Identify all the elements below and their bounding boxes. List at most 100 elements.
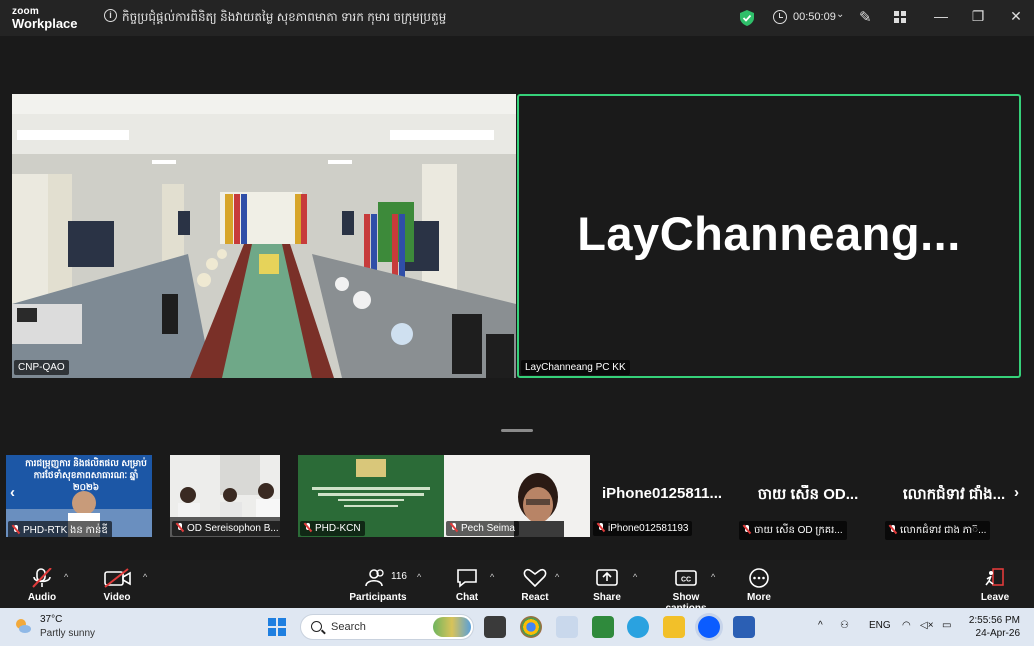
word-icon[interactable] bbox=[733, 616, 755, 638]
tile-label: Pech Seima bbox=[446, 521, 519, 536]
app-icon[interactable] bbox=[556, 616, 578, 638]
participant-tile[interactable]: ការជម្រុញការ និងផលិតផល សម្រាប់ការថែទាំសុ… bbox=[6, 455, 152, 537]
clock-time: 2:55:56 PM bbox=[968, 615, 1020, 626]
restore-button[interactable]: ❐ bbox=[968, 8, 988, 25]
app-icon[interactable] bbox=[592, 616, 614, 638]
leave-icon bbox=[985, 568, 1004, 586]
windows-start-icon[interactable] bbox=[268, 618, 286, 636]
file-explorer-icon[interactable] bbox=[663, 616, 685, 638]
react-button[interactable]: React bbox=[515, 560, 555, 608]
close-button[interactable]: ✕ bbox=[1006, 8, 1026, 25]
tile-label: iPhone012581193 bbox=[593, 521, 693, 536]
participant-tile[interactable]: ចាយ សើន OD... ចាយ សើន OD ក្រគរ... bbox=[737, 455, 883, 540]
video-button[interactable]: Video bbox=[95, 560, 139, 608]
share-screen-icon bbox=[596, 569, 618, 586]
participants-button[interactable]: Participants bbox=[346, 560, 410, 608]
more-button[interactable]: More bbox=[739, 560, 779, 608]
participant-name: iPhone012581193 bbox=[608, 523, 689, 534]
mic-off-icon bbox=[32, 568, 52, 588]
wifi-icon[interactable]: ◠ bbox=[902, 620, 911, 631]
weather-temperature[interactable]: 37°C bbox=[40, 614, 62, 625]
video-tile-cnp-qao[interactable]: CNP-QAO bbox=[12, 94, 516, 378]
participant-tile[interactable]: Pech Seima bbox=[444, 455, 590, 537]
mic-muted-icon bbox=[743, 525, 751, 534]
chat-label: Chat bbox=[455, 592, 479, 603]
participants-count: 116 bbox=[391, 571, 407, 582]
partly-sunny-icon[interactable] bbox=[14, 617, 32, 635]
participant-name: លោកជំទាវ ជាង ភា៊... bbox=[900, 525, 987, 536]
participant-tile[interactable]: iPhone0125811... iPhone012581193 bbox=[591, 455, 737, 537]
react-options-caret[interactable]: ^ bbox=[555, 572, 559, 582]
telegram-icon[interactable] bbox=[627, 616, 649, 638]
language-indicator[interactable]: ENG bbox=[869, 620, 891, 631]
more-label: More bbox=[747, 592, 771, 603]
chevron-left-icon[interactable]: ‹ bbox=[10, 484, 15, 501]
weather-condition[interactable]: Partly sunny bbox=[40, 628, 95, 639]
meeting-title: កិច្ចប្រជុំផ្ដល់ការពិនិត្យ និងវាយតម្លៃ ស… bbox=[122, 10, 447, 24]
chat-options-caret[interactable]: ^ bbox=[490, 572, 494, 582]
search-highlight-image bbox=[433, 617, 471, 637]
task-view-icon[interactable] bbox=[484, 616, 506, 638]
zoom-app-icon[interactable] bbox=[698, 616, 720, 638]
tile-label: PHD-KCN bbox=[300, 521, 365, 536]
meeting-timer[interactable]: 00:50:09 bbox=[793, 11, 836, 23]
leave-button[interactable]: Leave bbox=[974, 560, 1016, 608]
participants-options-caret[interactable]: ^ bbox=[417, 572, 421, 582]
active-speaker-tile[interactable]: LayChanneang... LayChanneang PC KK bbox=[517, 94, 1021, 378]
zoom-logo: zoom Workplace bbox=[12, 6, 78, 30]
search-placeholder: Search bbox=[331, 621, 366, 633]
search-icon bbox=[311, 621, 322, 632]
participant-name: PHD-KCN bbox=[315, 523, 361, 534]
captions-options-caret[interactable]: ^ bbox=[711, 572, 715, 582]
mic-muted-icon bbox=[450, 523, 458, 532]
participant-name: PHD-RTK ងន កាន់ឌី bbox=[23, 525, 108, 536]
tile-label: ចាយ សើន OD ក្រគរ... bbox=[739, 521, 847, 540]
participant-display-name: លោកជំទាវ ជាំង... bbox=[902, 486, 1006, 503]
chevron-right-icon[interactable]: › bbox=[1014, 484, 1019, 501]
audio-button[interactable]: Audio bbox=[20, 560, 64, 608]
captions-button[interactable]: CC Show captions bbox=[651, 560, 721, 614]
tile-label: PHD-RTK ងន កាន់ឌី bbox=[8, 521, 112, 537]
minimize-button[interactable]: — bbox=[931, 8, 951, 24]
participant-name: ចាយ សើន OD ក្រគរ... bbox=[754, 525, 843, 536]
participant-name: OD Sereisophon B... bbox=[187, 523, 279, 534]
tile-label-cnp-qao: CNP-QAO bbox=[14, 360, 69, 375]
audio-options-caret[interactable]: ^ bbox=[64, 572, 68, 582]
system-clock[interactable]: 2:55:56 PM 24-Apr-26 bbox=[968, 614, 1020, 640]
leave-label: Leave bbox=[980, 592, 1010, 603]
tile-label: OD Sereisophon B... bbox=[172, 521, 280, 536]
pen-icon[interactable]: ✎ bbox=[859, 8, 872, 26]
tile-label: លោកជំទាវ ជាង ភា៊... bbox=[885, 521, 991, 540]
camera-off-icon bbox=[104, 568, 131, 588]
resize-handle[interactable] bbox=[501, 429, 533, 432]
speaker-display-name: LayChanneang... bbox=[577, 207, 961, 260]
chat-button[interactable]: Chat bbox=[447, 560, 487, 608]
chrome-icon[interactable] bbox=[520, 616, 542, 638]
view-grid-icon[interactable] bbox=[894, 11, 906, 23]
share-button[interactable]: Share bbox=[587, 560, 627, 608]
participant-tile[interactable]: PHD-KCN bbox=[298, 455, 444, 537]
mic-muted-icon bbox=[176, 523, 184, 532]
battery-icon[interactable]: ▭ bbox=[942, 620, 951, 631]
clock-date: 24-Apr-26 bbox=[975, 628, 1020, 639]
video-options-caret[interactable]: ^ bbox=[143, 572, 147, 582]
timer-icon[interactable] bbox=[773, 10, 787, 24]
participant-name: Pech Seima bbox=[461, 523, 515, 534]
chevron-down-icon[interactable]: ⌄ bbox=[836, 9, 844, 20]
react-label: React bbox=[521, 592, 549, 603]
mic-muted-icon bbox=[12, 525, 20, 534]
meeting-toolbar: Audio ^ Video ^ Participants 116 ^ Chat … bbox=[0, 560, 1034, 614]
taskbar-search[interactable]: Search bbox=[300, 614, 474, 640]
network-status-icon[interactable]: ⚇ bbox=[840, 620, 849, 631]
share-options-caret[interactable]: ^ bbox=[633, 572, 637, 582]
participant-tile[interactable]: OD Sereisophon B... bbox=[170, 455, 280, 537]
info-icon[interactable]: i bbox=[104, 9, 117, 22]
chat-icon bbox=[457, 569, 477, 588]
shield-icon[interactable] bbox=[740, 10, 754, 26]
volume-muted-icon[interactable]: ◁× bbox=[920, 620, 934, 631]
participant-tile[interactable]: លោកជំទាវ ជាំង... លោកជំទាវ ជាង ភា៊... bbox=[883, 455, 1029, 540]
chevron-up-icon[interactable]: ^ bbox=[818, 620, 823, 631]
mic-muted-icon bbox=[304, 523, 312, 532]
logo-line2: Workplace bbox=[12, 16, 78, 31]
title-bar: zoom Workplace i កិច្ចប្រជុំផ្ដល់ការពិនិ… bbox=[0, 0, 1034, 36]
